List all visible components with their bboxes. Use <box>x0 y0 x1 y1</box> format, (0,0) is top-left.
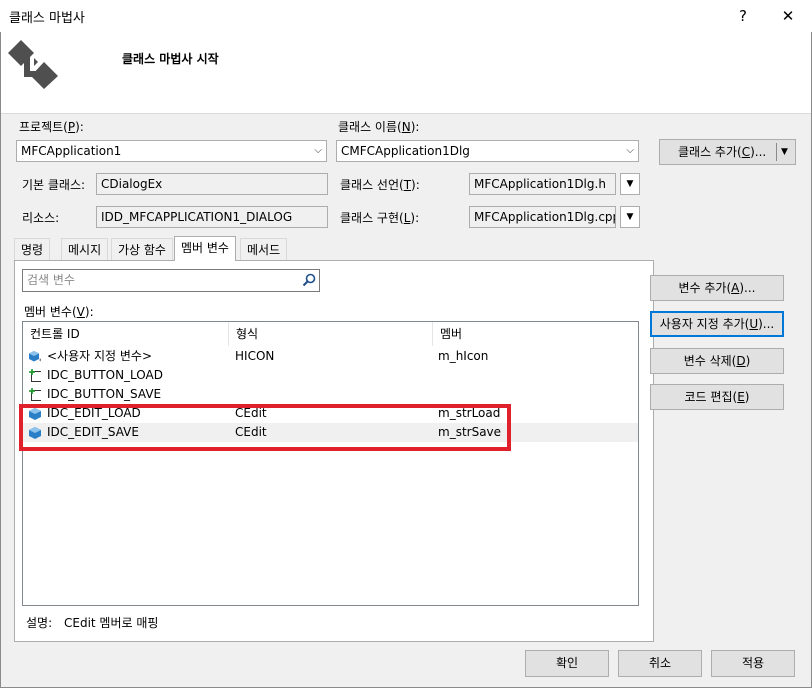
class-name-combo[interactable]: CMFCApplication1Dlg ⌵ <box>336 140 639 162</box>
column-header-member[interactable]: 멤버 <box>433 322 638 346</box>
chevron-down-icon: ⌵ <box>314 145 322 156</box>
implementation-dropdown-button[interactable]: ▼ <box>620 206 640 228</box>
row-control-id: IDC_BUTTON_LOAD <box>47 368 163 382</box>
delete-variable-button[interactable]: 변수 삭제(D) <box>650 348 784 374</box>
edit-code-button[interactable]: 코드 편집(E) <box>650 384 784 410</box>
apply-button[interactable]: 적용 <box>711 650 795 677</box>
base-class-field: CDialogEx <box>96 173 328 195</box>
custom-variable-icon: * <box>29 351 41 363</box>
add-variable-button[interactable]: 변수 추가(A)... <box>650 275 784 301</box>
header-title: 클래스 마법사 시작 <box>122 52 219 66</box>
svg-text:*: * <box>39 357 41 363</box>
description-text: CEdit 멤버로 매핑 <box>64 616 159 630</box>
implementation-label: 클래스 구현(L): <box>340 211 420 225</box>
implementation-field: MFCApplication1Dlg.cpp <box>469 206 616 228</box>
button-control-icon <box>29 388 41 401</box>
column-header-control-id[interactable]: 컨트롤 ID <box>23 322 229 346</box>
tab-member-variables[interactable]: 멤버 변수 <box>174 236 236 261</box>
tab-commands[interactable]: 명령 <box>14 238 51 260</box>
search-icon[interactable] <box>302 273 316 287</box>
title-bar: 클래스 마법사 ? ✕ <box>0 0 812 32</box>
row-type: HICON <box>235 349 275 363</box>
highlight-box <box>19 404 511 451</box>
button-control-icon <box>29 369 41 382</box>
split-divider <box>776 143 777 161</box>
project-label: 프로젝트(P): <box>19 120 84 134</box>
column-header-type[interactable]: 형식 <box>229 322 433 346</box>
resource-field: IDD_MFCAPPLICATION1_DIALOG <box>96 206 328 228</box>
class-name-value: CMFCApplication1Dlg <box>341 144 470 158</box>
cancel-button[interactable]: 취소 <box>618 650 702 677</box>
add-custom-button[interactable]: 사용자 지정 추가(U)... <box>650 311 784 337</box>
table-row[interactable]: IDC_BUTTON_LOAD <box>23 366 638 385</box>
window-title: 클래스 마법사 <box>9 11 85 26</box>
search-input[interactable]: 검색 변수 <box>22 269 320 292</box>
wizard-header <box>1 32 811 114</box>
table-row[interactable]: * <사용자 지정 변수> HICON m_hIcon <box>23 347 638 366</box>
member-variables-list[interactable]: 컨트롤 ID 형식 멤버 * <사용자 지정 변수> HICON m_hIcon… <box>22 321 639 606</box>
tab-virtual-functions[interactable]: 가상 함수 <box>111 238 173 260</box>
class-name-label: 클래스 이름(N): <box>338 120 420 134</box>
close-button[interactable]: ✕ <box>766 0 810 32</box>
base-class-label: 기본 클래스: <box>22 178 86 192</box>
declaration-field: MFCApplication1Dlg.h <box>469 173 616 195</box>
member-variables-label: 멤버 변수(V): <box>24 305 94 319</box>
row-member: m_hIcon <box>438 349 489 363</box>
class-wizard-logo-icon <box>8 40 58 89</box>
search-placeholder: 검색 변수 <box>27 273 75 287</box>
row-control-id: <사용자 지정 변수> <box>47 349 153 363</box>
chevron-down-icon: ⌵ <box>626 145 634 156</box>
description-label: 설명: <box>26 616 53 630</box>
tab-messages[interactable]: 메시지 <box>61 238 109 260</box>
resource-label: 리소스: <box>22 211 60 225</box>
help-button[interactable]: ? <box>721 0 765 32</box>
project-value: MFCApplication1 <box>21 144 122 158</box>
tab-methods[interactable]: 메서드 <box>240 238 288 260</box>
declaration-label: 클래스 선언(T): <box>340 178 420 192</box>
ok-button[interactable]: 확인 <box>525 650 609 677</box>
table-row[interactable]: IDC_BUTTON_SAVE <box>23 385 638 404</box>
project-combo[interactable]: MFCApplication1 ⌵ <box>16 140 327 162</box>
row-control-id: IDC_BUTTON_SAVE <box>47 387 162 401</box>
declaration-dropdown-button[interactable]: ▼ <box>620 173 640 195</box>
split-arrow-icon[interactable]: ▼ <box>781 143 788 161</box>
